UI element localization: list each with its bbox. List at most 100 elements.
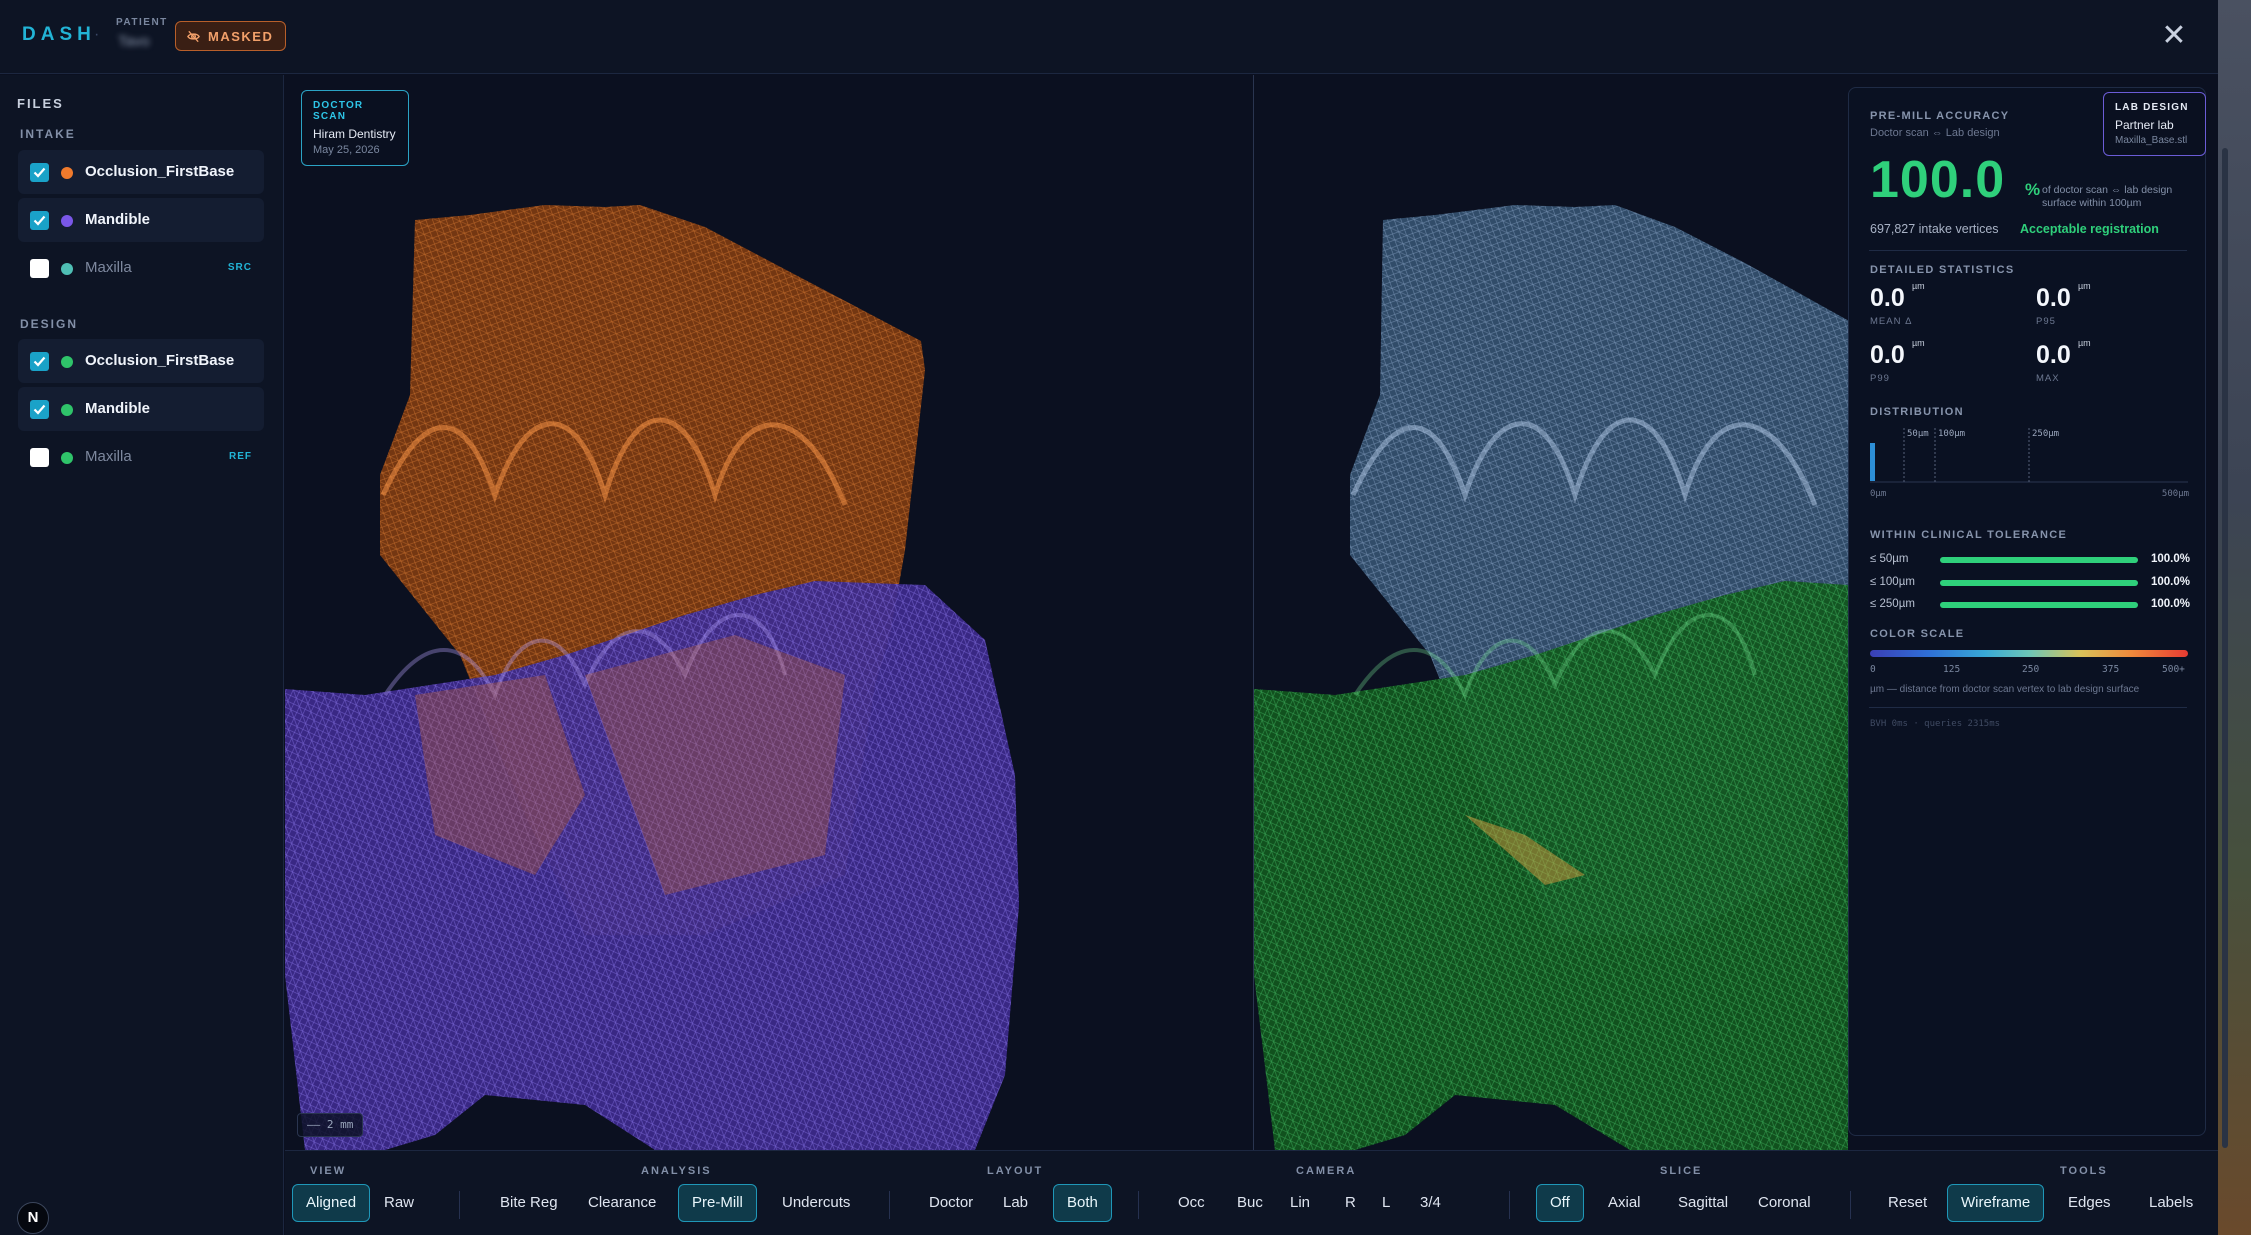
window-scrollbar[interactable] bbox=[2218, 0, 2251, 1235]
slice-off-button[interactable]: Off bbox=[1536, 1184, 1584, 1222]
accuracy-panel: PRE-MILL ACCURACY Doctor scan ⇔ Lab desi… bbox=[1848, 87, 2206, 1136]
eye-off-icon bbox=[187, 30, 200, 42]
detailed-stats-title: DETAILED STATISTICS bbox=[1870, 264, 2015, 276]
color-scale-title: COLOR SCALE bbox=[1870, 628, 1965, 640]
checkbox-unchecked[interactable] bbox=[30, 448, 49, 467]
stat-mean-label: MEAN Δ bbox=[1870, 316, 1913, 327]
close-icon[interactable]: ✕ bbox=[2160, 21, 2188, 51]
layout-doctor-button[interactable]: Doctor bbox=[916, 1184, 986, 1222]
layer-color-dot bbox=[61, 167, 73, 179]
file-name: Maxilla bbox=[85, 259, 132, 276]
file-row-design-occlusion_firstbase[interactable]: Occlusion_FirstBase bbox=[18, 339, 264, 383]
marker-100-label: 100µm bbox=[1938, 429, 1965, 439]
axis-min-label: 0µm bbox=[1870, 489, 1886, 499]
brand-logo[interactable]: DASH bbox=[22, 24, 96, 46]
stat-p99-label: P99 bbox=[1870, 373, 1890, 384]
tools-reset-button[interactable]: Reset bbox=[1875, 1184, 1940, 1222]
slice-sagittal-button[interactable]: Sagittal bbox=[1665, 1184, 1741, 1222]
toolbar-separator bbox=[1850, 1191, 1851, 1219]
camera-3-4-button[interactable]: 3/4 bbox=[1407, 1184, 1454, 1222]
checkbox-checked[interactable] bbox=[30, 352, 49, 371]
scale-bar: —— 2 mm bbox=[297, 1113, 364, 1137]
tolerance-value: 100.0% bbox=[2150, 553, 2190, 565]
camera-occ-button[interactable]: Occ bbox=[1165, 1184, 1218, 1222]
toolbar-group-slice-label: SLICE bbox=[1660, 1165, 1703, 1177]
tolerance-value: 100.0% bbox=[2150, 598, 2190, 610]
analysis-clearance-button[interactable]: Clearance bbox=[575, 1184, 669, 1222]
check-icon bbox=[33, 404, 46, 415]
avatar[interactable]: N bbox=[17, 1202, 49, 1234]
tools-wireframe-button[interactable]: Wireframe bbox=[1947, 1184, 2045, 1222]
camera-buc-button[interactable]: Buc bbox=[1224, 1184, 1276, 1222]
check-icon bbox=[33, 215, 46, 226]
layout-lab-button[interactable]: Lab bbox=[990, 1184, 1041, 1222]
camera-l-button[interactable]: L bbox=[1369, 1184, 1403, 1222]
toolbar-group-camera-label: CAMERA bbox=[1296, 1165, 1357, 1177]
tolerance-track bbox=[1940, 557, 2138, 563]
slice-coronal-button[interactable]: Coronal bbox=[1745, 1184, 1824, 1222]
scrollbar-track[interactable] bbox=[2222, 148, 2228, 1148]
view-raw-button[interactable]: Raw bbox=[371, 1184, 427, 1222]
ramp-tick-0: 0 bbox=[1870, 664, 1876, 675]
analysis-undercuts-button[interactable]: Undercuts bbox=[769, 1184, 863, 1222]
tolerance-row: ≤ 100µm 100.0% bbox=[1870, 575, 2190, 591]
toolbar-group-layout-label: LAYOUT bbox=[987, 1165, 1044, 1177]
tools-labels-button[interactable]: Labels bbox=[2136, 1184, 2206, 1222]
masked-label: MASKED bbox=[208, 28, 274, 44]
ramp-tick-125: 125 bbox=[1943, 664, 1961, 675]
checkbox-checked[interactable] bbox=[30, 211, 49, 230]
checkbox-checked[interactable] bbox=[30, 163, 49, 182]
layer-color-dot bbox=[61, 452, 73, 464]
tolerance-label: ≤ 100µm bbox=[1870, 575, 1915, 588]
ramp-tick-250: 250 bbox=[2022, 664, 2040, 675]
tolerance-track bbox=[1940, 579, 2138, 586]
tolerance-fill bbox=[1940, 557, 2138, 563]
design-group-title: DESIGN bbox=[20, 317, 79, 331]
color-scale-ramp bbox=[1870, 650, 2188, 657]
file-row-intake-maxilla[interactable]: Maxilla SRC bbox=[18, 246, 264, 290]
lab-card-name: Partner lab bbox=[2115, 118, 2174, 132]
tolerance-value: 100.0% bbox=[2150, 575, 2190, 588]
file-name: Mandible bbox=[85, 211, 151, 228]
layer-color-dot bbox=[61, 263, 73, 275]
doctor-card-name: Hiram Dentistry bbox=[313, 127, 396, 141]
toolbar-separator bbox=[1509, 1191, 1510, 1219]
layer-color-dot bbox=[61, 356, 73, 368]
checkbox-checked[interactable] bbox=[30, 400, 49, 419]
tolerance-fill bbox=[1940, 602, 2138, 608]
camera-r-button[interactable]: R bbox=[1332, 1184, 1369, 1222]
stat-mean-value: 0.0 bbox=[1870, 284, 1905, 312]
stat-p99-value: 0.0 bbox=[1870, 341, 1905, 369]
toolbar-separator bbox=[889, 1191, 890, 1219]
perf-note: BVH 0ms · queries 2315ms bbox=[1870, 719, 2001, 729]
checkbox-unchecked[interactable] bbox=[30, 259, 49, 278]
file-row-design-mandible[interactable]: Mandible bbox=[18, 387, 264, 431]
panel-divider bbox=[1869, 250, 2187, 251]
analysis-pre-mill-button[interactable]: Pre-Mill bbox=[678, 1184, 757, 1222]
slice-axial-button[interactable]: Axial bbox=[1595, 1184, 1654, 1222]
lab-design-card: LAB DESIGN Partner lab Maxilla_Base.stl bbox=[2103, 92, 2206, 156]
ramp-tick-375: 375 bbox=[2102, 664, 2120, 675]
stat-p95-value: 0.0 bbox=[2036, 284, 2071, 312]
files-title: FILES bbox=[17, 96, 64, 111]
stat-p95-unit: µm bbox=[2078, 281, 2091, 291]
stat-p99: 0.0 µm P99 bbox=[1870, 338, 1925, 384]
tools-edges-button[interactable]: Edges bbox=[2055, 1184, 2124, 1222]
split-divider[interactable] bbox=[1253, 75, 1254, 1150]
intake-group-title: INTAKE bbox=[20, 127, 76, 141]
masked-toggle-button[interactable]: MASKED bbox=[175, 21, 287, 51]
distribution-histogram: 50µm 100µm 250µm 0µm 500µm bbox=[1870, 428, 2189, 499]
stat-max: 0.0 µm MAX bbox=[2036, 338, 2091, 384]
view-aligned-button[interactable]: Aligned bbox=[292, 1184, 371, 1222]
marker-250-label: 250µm bbox=[2032, 429, 2059, 439]
doctor-card-date: May 25, 2026 bbox=[313, 144, 380, 156]
file-row-intake-occlusion_firstbase[interactable]: Occlusion_FirstBase bbox=[18, 150, 264, 194]
layout-both-button[interactable]: Both bbox=[1053, 1184, 1112, 1222]
file-row-design-maxilla[interactable]: Maxilla REF bbox=[18, 435, 264, 479]
analysis-bite-reg-button[interactable]: Bite Reg bbox=[487, 1184, 571, 1222]
stat-p95: 0.0 µm P95 bbox=[2036, 281, 2091, 327]
file-row-intake-mandible[interactable]: Mandible bbox=[18, 198, 264, 242]
doctor-card-kind: DOCTOR SCAN bbox=[313, 100, 364, 122]
camera-lin-button[interactable]: Lin bbox=[1277, 1184, 1323, 1222]
toolbar-separator bbox=[1138, 1191, 1139, 1219]
